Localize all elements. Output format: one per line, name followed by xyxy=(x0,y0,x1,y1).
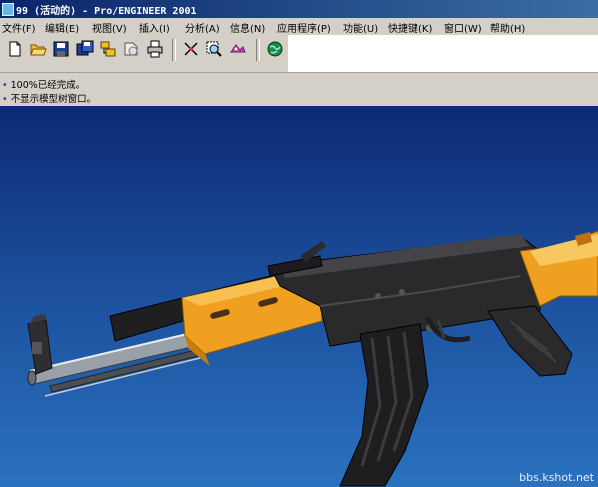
erase-icon[interactable] xyxy=(122,40,140,58)
title-bar: 99 (活动的) - Pro/ENGINEER 2001 xyxy=(0,0,598,18)
menu-insert[interactable]: 插入(I) xyxy=(139,20,170,35)
menu-mapkeys[interactable]: 快捷键(K) xyxy=(388,20,432,35)
menu-file[interactable]: 文件(F) xyxy=(2,20,36,35)
save-icon[interactable] xyxy=(52,40,70,58)
message-text: 不显示模型树窗口。 xyxy=(10,94,97,105)
spin-center-icon[interactable] xyxy=(182,40,200,58)
menu-bar: 文件(F) 编辑(E) 视图(V) 插入(I) 分析(A) 信息(N) 应用程序… xyxy=(0,18,598,36)
watermark: bbs.kshot.net xyxy=(519,471,594,484)
toolbar-empty-area xyxy=(288,35,598,72)
model-tree-icon[interactable] xyxy=(99,40,117,58)
front-sight xyxy=(27,314,53,375)
message-line: • 100%已经完成。 xyxy=(2,77,85,91)
print-icon[interactable] xyxy=(146,40,164,58)
orient-icon[interactable] xyxy=(229,40,247,58)
app-icon xyxy=(2,3,14,16)
save-copy-icon[interactable] xyxy=(76,40,94,58)
toolbar-separator xyxy=(256,39,260,61)
magazine xyxy=(339,323,429,487)
web-browser-icon[interactable] xyxy=(266,40,284,58)
message-bullet-icon: • xyxy=(2,94,8,105)
graphics-window[interactable]: bbs.kshot.net xyxy=(0,106,598,487)
toolbar xyxy=(0,35,288,65)
message-line: • 不显示模型树窗口。 xyxy=(2,91,96,105)
open-folder-icon[interactable] xyxy=(29,40,47,58)
message-area: • 100%已经完成。 • 不显示模型树窗口。 xyxy=(0,72,598,109)
pistol-grip xyxy=(487,305,573,377)
new-file-icon[interactable] xyxy=(6,40,24,58)
menu-utilities[interactable]: 功能(U) xyxy=(343,20,378,35)
menu-analysis[interactable]: 分析(A) xyxy=(185,20,220,35)
zoom-icon[interactable] xyxy=(205,40,223,58)
menu-applications[interactable]: 应用程序(P) xyxy=(277,20,331,35)
message-text: 100%已经完成。 xyxy=(10,80,86,91)
toolbar-separator xyxy=(172,39,176,61)
rifle-model xyxy=(27,230,598,487)
menu-edit[interactable]: 编辑(E) xyxy=(45,20,79,35)
menu-view[interactable]: 视图(V) xyxy=(92,20,127,35)
message-bullet-icon: • xyxy=(2,80,8,91)
menu-info[interactable]: 信息(N) xyxy=(230,20,265,35)
menu-window[interactable]: 窗口(W) xyxy=(444,20,482,35)
window-title: 99 (活动的) - Pro/ENGINEER 2001 xyxy=(16,6,197,17)
menu-help[interactable]: 帮助(H) xyxy=(490,20,525,35)
